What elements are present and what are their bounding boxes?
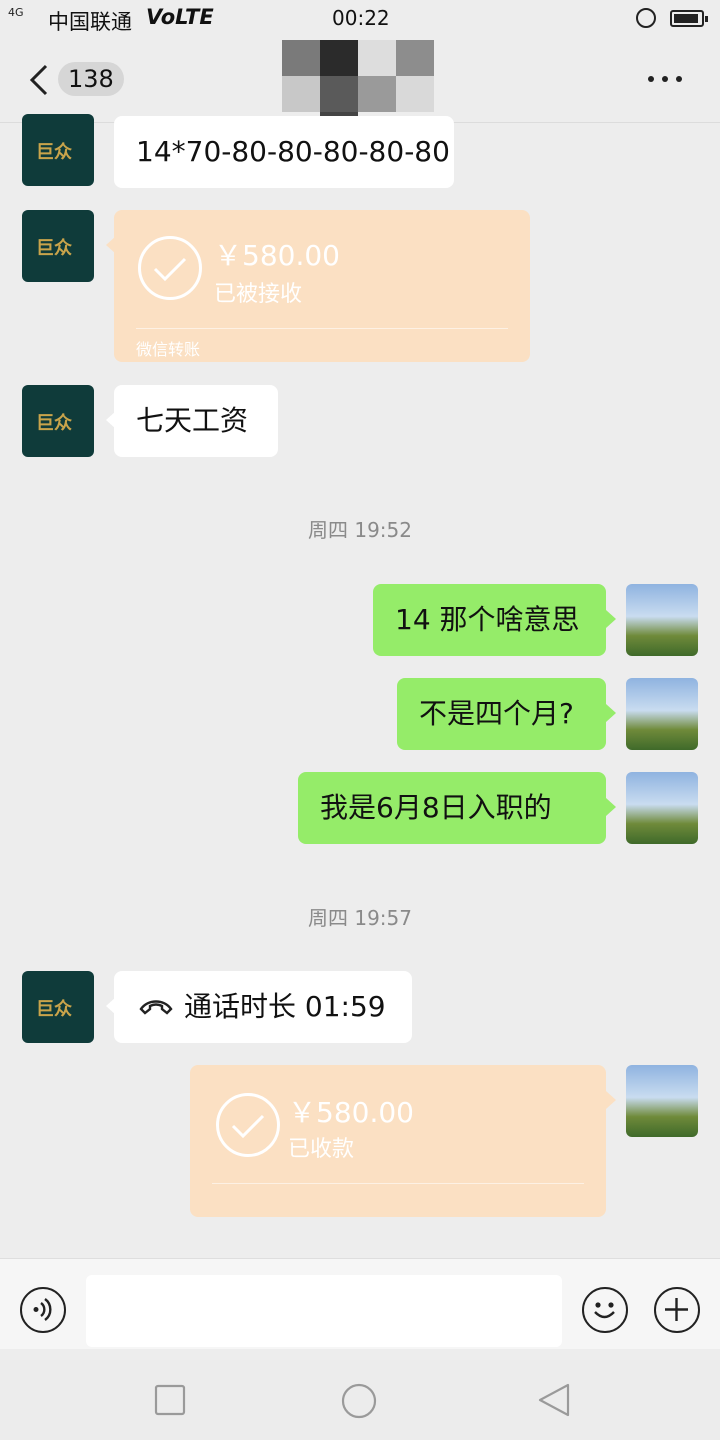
- transfer-amount: ￥580.00: [214, 239, 340, 272]
- message-input[interactable]: [86, 1275, 562, 1347]
- avatar-logo: 巨众: [36, 238, 72, 259]
- back-arrow-icon[interactable]: [28, 62, 52, 98]
- message-bubble-sent[interactable]: 14 那个啥意思: [373, 584, 606, 656]
- title-mosaic-blur: [282, 40, 434, 128]
- more-options-icon[interactable]: [648, 76, 688, 86]
- timestamp-label: 周四 19:57: [308, 906, 412, 930]
- avatar-logo: 巨众: [36, 142, 72, 163]
- check-circle-icon: [138, 236, 202, 300]
- contact-avatar[interactable]: 巨众: [22, 385, 94, 457]
- unread-count-badge[interactable]: 138: [58, 62, 124, 96]
- input-bar: [0, 1258, 720, 1349]
- rotation-lock-icon: [636, 8, 656, 28]
- home-icon[interactable]: [340, 1382, 378, 1420]
- transfer-card[interactable]: ￥580.00 已被接收 微信转账: [114, 210, 530, 362]
- message-bubble-received[interactable]: 14*70-80-80-80-80-80: [114, 116, 454, 188]
- my-avatar[interactable]: [626, 772, 698, 844]
- avatar-logo: 巨众: [36, 999, 72, 1020]
- bubble-tail: [606, 610, 616, 628]
- transfer-card[interactable]: ￥580.00 已收款: [190, 1065, 606, 1217]
- check-circle-icon: [216, 1093, 280, 1157]
- add-more-icon[interactable]: [654, 1287, 700, 1333]
- divider: [136, 328, 508, 329]
- battery-icon: [670, 10, 708, 27]
- contact-avatar[interactable]: 巨众: [22, 971, 94, 1043]
- call-record-bubble[interactable]: 通话时长 01:59: [114, 971, 412, 1043]
- transfer-status: 已被接收: [214, 282, 303, 307]
- divider: [212, 1183, 584, 1184]
- emoji-icon[interactable]: [582, 1287, 628, 1333]
- message-bubble-sent[interactable]: 我是6月8日入职的: [298, 772, 606, 844]
- system-nav-bar: [0, 1360, 720, 1440]
- bubble-tail: [606, 798, 616, 816]
- my-avatar[interactable]: [626, 1065, 698, 1137]
- contact-avatar[interactable]: 巨众: [22, 210, 94, 282]
- bubble-tail: [606, 1091, 616, 1109]
- clock: 00:22: [332, 6, 390, 30]
- message-bubble-received[interactable]: 七天工资: [114, 385, 278, 457]
- my-avatar[interactable]: [626, 584, 698, 656]
- timestamp-label: 周四 19:52: [308, 518, 412, 542]
- status-bar: 4G 中国联通 VoLTE 00:22: [0, 0, 720, 38]
- volte-indicator: VoLTE: [146, 5, 214, 29]
- transfer-amount: ￥580.00: [288, 1096, 414, 1129]
- carrier-name: 中国联通: [48, 10, 132, 34]
- avatar-logo: 巨众: [36, 413, 72, 434]
- chat-header: 138 力: [0, 38, 720, 128]
- voice-input-icon[interactable]: [20, 1287, 66, 1333]
- recent-apps-icon[interactable]: [154, 1384, 186, 1416]
- bubble-tail: [606, 704, 616, 722]
- transfer-footer: 微信转账: [136, 340, 201, 359]
- contact-avatar[interactable]: 巨众: [22, 114, 94, 186]
- my-avatar[interactable]: [626, 678, 698, 750]
- transfer-status: 已收款: [288, 1137, 355, 1162]
- call-duration: 通话时长 01:59: [184, 990, 386, 1023]
- signal-indicator: 4G: [8, 6, 24, 19]
- nav-back-icon[interactable]: [536, 1382, 572, 1418]
- message-bubble-sent[interactable]: 不是四个月?: [397, 678, 606, 750]
- phone-icon: [139, 1000, 173, 1015]
